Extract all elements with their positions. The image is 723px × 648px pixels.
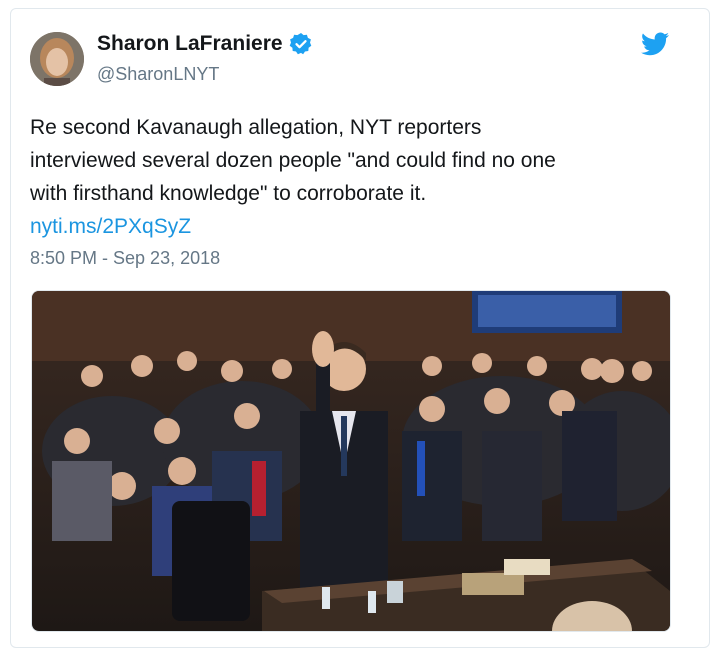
tweet-text-line: Re second Kavanaugh allegation, NYT repo… <box>30 116 482 139</box>
tweet-text-line: with firsthand knowledge" to corroborate… <box>30 182 427 205</box>
tweet-text: Re second Kavanaugh allegation, NYT repo… <box>30 111 670 243</box>
avatar[interactable] <box>30 32 84 86</box>
author-name[interactable]: Sharon LaFraniere <box>97 32 283 56</box>
twitter-bird-icon[interactable] <box>641 32 669 56</box>
author-name-row[interactable]: Sharon LaFraniere <box>97 32 313 56</box>
tweet-text-line: interviewed several dozen people "and co… <box>30 149 556 172</box>
tweet-link[interactable]: nyti.ms/2PXqSyZ <box>30 210 670 243</box>
tweet-media-photo[interactable] <box>31 290 671 632</box>
verified-badge-icon <box>289 33 311 55</box>
tweet-timestamp[interactable]: 8:50 PM - Sep 23, 2018 <box>30 248 220 269</box>
author-handle[interactable]: @SharonLNYT <box>97 64 219 85</box>
